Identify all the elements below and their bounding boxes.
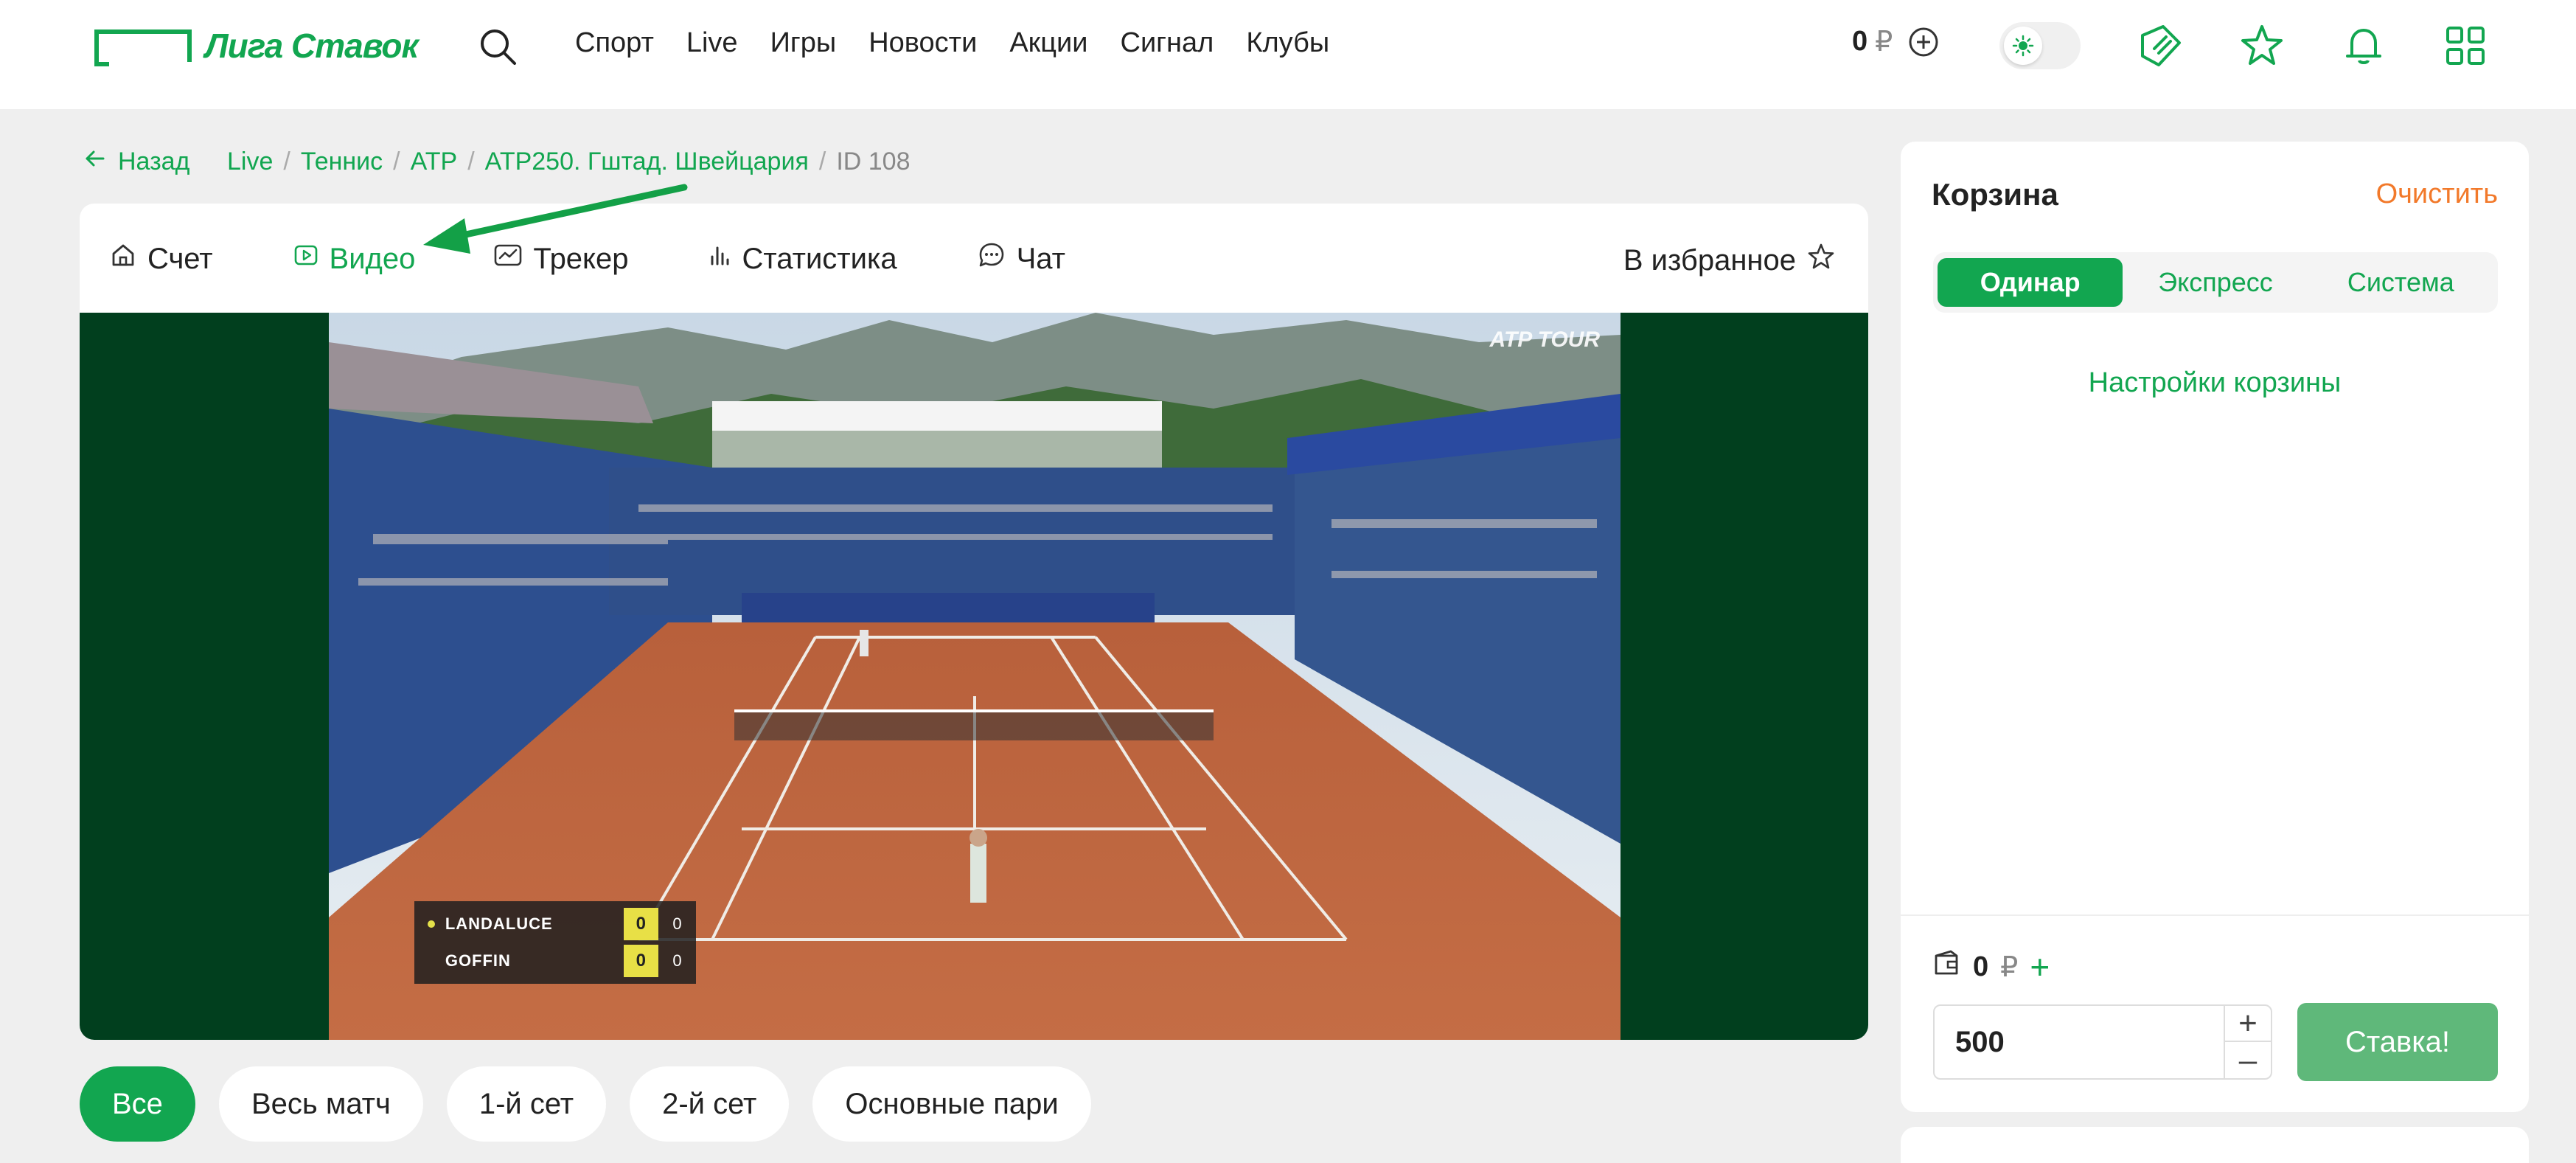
- bet-slip-settings-link[interactable]: Настройки корзины: [1901, 367, 2529, 399]
- breadcrumb-separator: /: [467, 147, 475, 176]
- match-card: Счет Видео Трекер Статистика Чат В избра…: [80, 204, 1868, 1040]
- annotation-arrow-icon: [423, 184, 688, 254]
- filter-all[interactable]: Все: [80, 1066, 195, 1142]
- tab-score-label: Счет: [147, 242, 213, 275]
- set-score: 0: [623, 945, 658, 977]
- bet-type-express[interactable]: Экспресс: [2123, 258, 2308, 307]
- breadcrumb-separator: /: [283, 147, 290, 176]
- bet-type-single[interactable]: Одинар: [1938, 258, 2123, 307]
- game-score: 0: [672, 914, 682, 933]
- top-header: Лига Ставок Спорт Live Игры Новости Акци…: [0, 0, 2576, 109]
- clear-bet-slip-button[interactable]: Очистить: [2376, 178, 2498, 210]
- market-filters: Все Весь матч 1-й сет 2-й сет Основные п…: [80, 1066, 1091, 1142]
- filter-full-match[interactable]: Весь матч: [218, 1066, 423, 1142]
- tab-chat[interactable]: Чат: [977, 240, 1065, 277]
- next-panel: [1901, 1127, 2529, 1163]
- scoreboard-row: GOFFIN 0 0: [414, 942, 696, 979]
- breadcrumb-separator: /: [393, 147, 400, 176]
- nav-item-clubs[interactable]: Клубы: [1246, 22, 1329, 63]
- divider: [1901, 914, 2529, 916]
- bet-slip: Корзина Очистить Одинар Экспресс Система…: [1901, 142, 2529, 1112]
- bet-type-system[interactable]: Система: [2308, 258, 2493, 307]
- stats-icon: [709, 242, 732, 276]
- video-player-area: ATP TOUR LANDALUCE 0 0 GOFFIN 0 0: [80, 313, 1868, 1040]
- logo-text: Лига Ставок: [205, 27, 419, 65]
- tab-video[interactable]: Видео: [293, 242, 416, 276]
- video-player[interactable]: ATP TOUR LANDALUCE 0 0 GOFFIN 0 0: [329, 313, 1621, 1040]
- tab-statistics[interactable]: Статистика: [709, 242, 897, 276]
- serving-indicator: [428, 920, 435, 928]
- arrow-left-icon: [83, 146, 108, 178]
- logo-mark-icon: [94, 29, 192, 66]
- stake-stepper: + –: [2224, 1005, 2271, 1078]
- game-score: 0: [672, 951, 682, 970]
- video-scoreboard: LANDALUCE 0 0 GOFFIN 0 0: [414, 901, 696, 984]
- set-score: 0: [623, 908, 658, 940]
- bet-slip-balance: 0 ₽ +: [1932, 948, 2050, 985]
- stake-increase-button[interactable]: +: [2225, 1005, 2271, 1042]
- star-icon[interactable]: [2237, 21, 2287, 71]
- tab-chat-label: Чат: [1016, 242, 1065, 275]
- plus-circle-icon[interactable]: [1907, 26, 1940, 58]
- deposit-plus-icon[interactable]: +: [2030, 950, 2050, 984]
- filter-set-1[interactable]: 1-й сет: [446, 1066, 607, 1142]
- stake-field: + –: [1933, 1004, 2272, 1080]
- filter-main-markets[interactable]: Основные пари: [812, 1066, 1091, 1142]
- nav-item-signal[interactable]: Сигнал: [1121, 22, 1214, 63]
- balance-currency: ₽: [1875, 27, 1893, 58]
- back-link[interactable]: Назад: [83, 146, 189, 178]
- theme-toggle[interactable]: [1999, 22, 2081, 69]
- bet-slip-balance-amount: 0: [1973, 951, 1989, 982]
- bell-icon[interactable]: [2339, 21, 2389, 71]
- grid-icon[interactable]: [2440, 21, 2490, 71]
- player-name: LANDALUCE: [445, 914, 553, 933]
- scoreboard-row: LANDALUCE 0 0: [414, 906, 696, 942]
- nav-item-promos[interactable]: Акции: [1009, 22, 1087, 63]
- stake-input[interactable]: [1935, 1006, 2225, 1078]
- chat-icon: [977, 240, 1006, 277]
- tab-statistics-label: Статистика: [742, 242, 897, 275]
- broadcaster-mark: ATP TOUR: [1489, 327, 1600, 352]
- home-icon: [109, 241, 137, 277]
- star-outline-icon: [1806, 242, 1836, 279]
- logo[interactable]: Лига Ставок: [94, 27, 419, 66]
- main-nav: Спорт Live Игры Новости Акции Сигнал Клу…: [575, 22, 1329, 63]
- stake-decrease-button[interactable]: –: [2225, 1042, 2271, 1078]
- bet-slip-title: Корзина: [1932, 177, 2058, 212]
- favorite-label: В избранное: [1623, 243, 1796, 277]
- nav-item-sport[interactable]: Спорт: [575, 22, 654, 63]
- balance-amount: 0: [1852, 26, 1868, 57]
- header-balance: 0 ₽: [1852, 25, 1940, 58]
- back-label: Назад: [118, 147, 190, 176]
- filter-set-2[interactable]: 2-й сет: [630, 1066, 790, 1142]
- nav-item-games[interactable]: Игры: [770, 22, 837, 63]
- nav-item-live[interactable]: Live: [686, 22, 738, 63]
- breadcrumb-current: ID 108: [836, 147, 911, 176]
- player-name: GOFFIN: [445, 951, 511, 970]
- search-icon[interactable]: [475, 24, 522, 71]
- play-icon: [293, 242, 319, 276]
- breadcrumb-tournament[interactable]: ATP250. Гштад. Швейцария: [485, 147, 809, 176]
- breadcrumb-tennis[interactable]: Теннис: [301, 147, 383, 176]
- add-to-favorites-button[interactable]: В избранное: [1623, 242, 1836, 279]
- sun-icon: [2004, 27, 2042, 65]
- bet-slip-balance-currency: ₽: [2000, 951, 2019, 983]
- coupon-icon[interactable]: [2135, 21, 2185, 71]
- tab-video-label: Видео: [329, 242, 416, 275]
- breadcrumb-live[interactable]: Live: [227, 147, 273, 176]
- breadcrumb-atp[interactable]: ATP: [411, 147, 458, 176]
- wallet-icon: [1932, 948, 1961, 985]
- place-bet-button[interactable]: Ставка!: [2297, 1003, 2498, 1081]
- breadcrumb-separator: /: [818, 147, 826, 176]
- tab-score[interactable]: Счет: [109, 241, 213, 277]
- bet-type-switch: Одинар Экспресс Система: [1933, 252, 2498, 313]
- nav-item-news[interactable]: Новости: [868, 22, 977, 63]
- breadcrumb: Live / Теннис / ATP / ATP250. Гштад. Шве…: [227, 147, 911, 176]
